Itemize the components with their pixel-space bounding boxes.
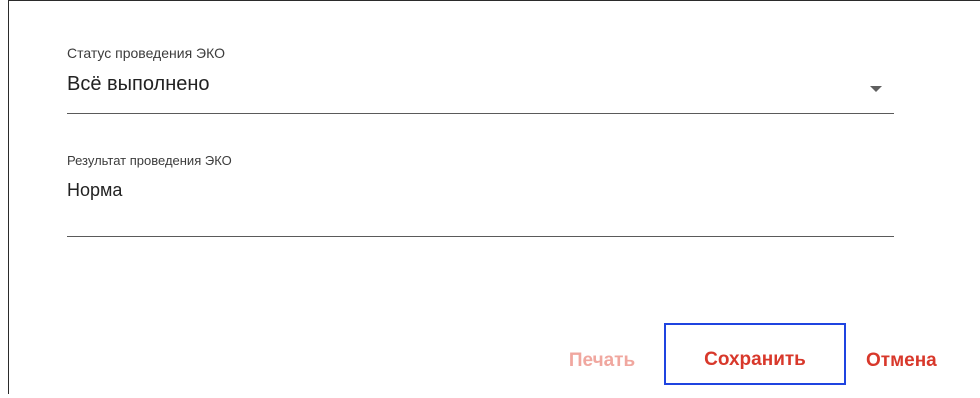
result-value[interactable]: Норма (67, 180, 122, 201)
result-label: Результат проведения ЭКО (67, 153, 232, 168)
status-underline (67, 113, 894, 114)
eco-dialog: Статус проведения ЭКО Всё выполнено Резу… (8, 0, 980, 394)
status-select[interactable]: Статус проведения ЭКО Всё выполнено (67, 45, 894, 114)
print-button[interactable]: Печать (549, 324, 655, 398)
save-button[interactable]: Сохранить (664, 323, 846, 385)
status-value[interactable]: Всё выполнено (67, 73, 210, 96)
result-field[interactable]: Результат проведения ЭКО Норма (67, 153, 894, 237)
result-underline (67, 236, 894, 237)
status-label: Статус проведения ЭКО (67, 45, 225, 61)
chevron-down-icon[interactable] (870, 86, 882, 92)
cancel-button[interactable]: Отмена (858, 324, 980, 398)
